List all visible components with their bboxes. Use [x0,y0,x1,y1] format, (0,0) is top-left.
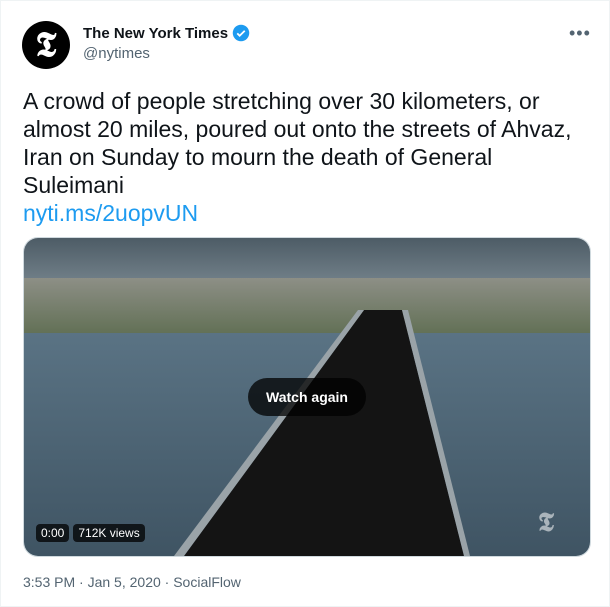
tweet-source[interactable]: SocialFlow [173,574,241,590]
watch-again-button[interactable]: Watch again [248,378,366,416]
tweet-link[interactable]: nyti.ms/2uopvUN [23,200,198,227]
meta-separator: · [164,574,170,590]
author-handle[interactable]: @nytimes [83,45,150,62]
avatar[interactable]: 𝕿 [22,21,70,69]
author-name[interactable]: The New York Times [83,24,250,42]
video-stats: 0:00 712K views [36,524,145,542]
verified-badge-icon [232,24,250,42]
tweet-text: A crowd of people stretching over 30 kil… [23,88,572,198]
tweet-card: 𝕿 The New York Times @nytimes ••• A crow… [0,0,610,607]
meta-separator: · [79,574,84,590]
tweet-date[interactable]: Jan 5, 2020 [88,574,161,590]
tweet-time[interactable]: 3:53 PM [23,574,75,590]
tweet-meta: 3:53 PM · Jan 5, 2020 · SocialFlow [23,574,241,590]
video-time: 0:00 [36,524,70,542]
video-views: 712K views [73,524,145,542]
video-player[interactable]: Watch again 0:00 712K views 𝕿 [23,237,591,557]
author-name-text[interactable]: The New York Times [83,25,228,42]
more-horizontal-icon[interactable]: ••• [569,23,591,44]
nyt-watermark-icon: 𝕿 [538,508,554,538]
